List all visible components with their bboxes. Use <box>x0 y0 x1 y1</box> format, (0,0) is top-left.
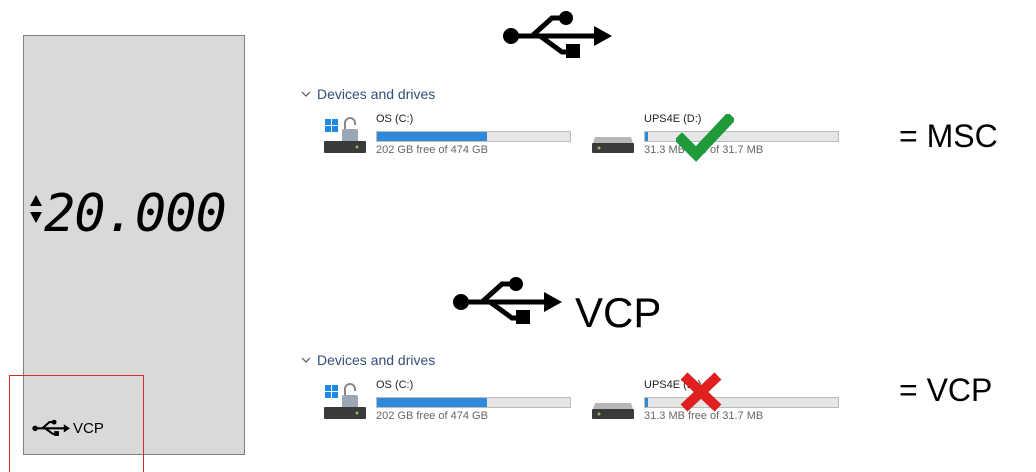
usb-drive-icon <box>592 403 634 419</box>
drive-name: OS (C:) <box>376 379 414 391</box>
section-header[interactable]: Devices and drives <box>301 86 435 102</box>
result-label-msc: = MSC <box>899 118 998 154</box>
usage-bar <box>376 397 571 408</box>
chevron-down-icon <box>301 91 311 97</box>
usb-icon <box>503 11 612 58</box>
drive-item-c[interactable]: OS (C:) 202 GB free of 474 GB <box>323 113 578 157</box>
result-label-vcp: = VCP <box>899 372 993 408</box>
drive-free-space: 202 GB free of 474 GB <box>376 144 488 156</box>
section-header-label: Devices and drives <box>317 352 436 368</box>
drive-item-c[interactable]: OS (C:) 202 GB free of 474 GB <box>323 379 578 423</box>
lcd-reading: 20.000 <box>44 184 227 244</box>
check-icon <box>676 114 734 162</box>
explorer-devices-section-msc: Devices and drives OS (C:) 202 GB free o… <box>301 86 851 166</box>
usb-mode-label: VCP <box>575 289 662 336</box>
usage-bar <box>644 397 839 408</box>
drive-free-space: 202 GB free of 474 GB <box>376 410 488 422</box>
section-header[interactable]: Devices and drives <box>301 352 435 368</box>
chevron-down-icon <box>301 357 311 363</box>
windows-drive-icon <box>324 117 366 153</box>
highlight-box <box>9 375 144 472</box>
usb-icon <box>453 277 562 324</box>
explorer-devices-section-vcp: Devices and drives OS (C:) 202 GB free o… <box>301 352 851 432</box>
drive-name: OS (C:) <box>376 113 414 125</box>
usb-drive-icon <box>592 137 634 153</box>
windows-drive-icon <box>324 383 366 419</box>
usage-bar <box>376 131 571 142</box>
up-down-arrows-icon <box>30 195 42 223</box>
usage-bar <box>644 131 839 142</box>
section-header-label: Devices and drives <box>317 86 436 102</box>
cross-icon <box>680 372 722 412</box>
